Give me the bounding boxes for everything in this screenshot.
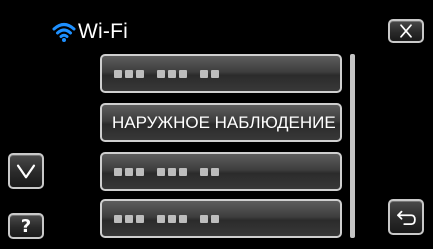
wifi-screen: Wi-Fi НАРУЖНОЕ НАБЛЮДЕНИЕ ?: [0, 0, 433, 249]
help-label: ?: [20, 215, 32, 237]
chevron-down-icon: [16, 164, 36, 179]
network-item-1[interactable]: [100, 54, 342, 93]
scroll-down-button[interactable]: [8, 153, 44, 189]
network-item-label: НАРУЖНОЕ НАБЛЮДЕНИЕ: [112, 112, 336, 132]
title-bar: Wi-Fi: [52, 20, 128, 44]
network-item-3[interactable]: [100, 152, 342, 191]
masked-network-name: [102, 69, 232, 78]
wifi-icon: [52, 23, 76, 42]
scrollbar[interactable]: [350, 54, 355, 238]
help-button[interactable]: ?: [8, 213, 44, 239]
masked-network-name: [102, 214, 232, 223]
masked-network-name: [102, 167, 232, 176]
network-item-2[interactable]: НАРУЖНОЕ НАБЛЮДЕНИЕ: [100, 103, 342, 142]
close-icon: [400, 24, 412, 38]
network-item-4[interactable]: [100, 199, 342, 238]
page-title: Wi-Fi: [78, 20, 128, 43]
close-button[interactable]: [388, 19, 424, 43]
back-button[interactable]: [388, 199, 424, 235]
back-arrow-icon: [397, 210, 416, 225]
